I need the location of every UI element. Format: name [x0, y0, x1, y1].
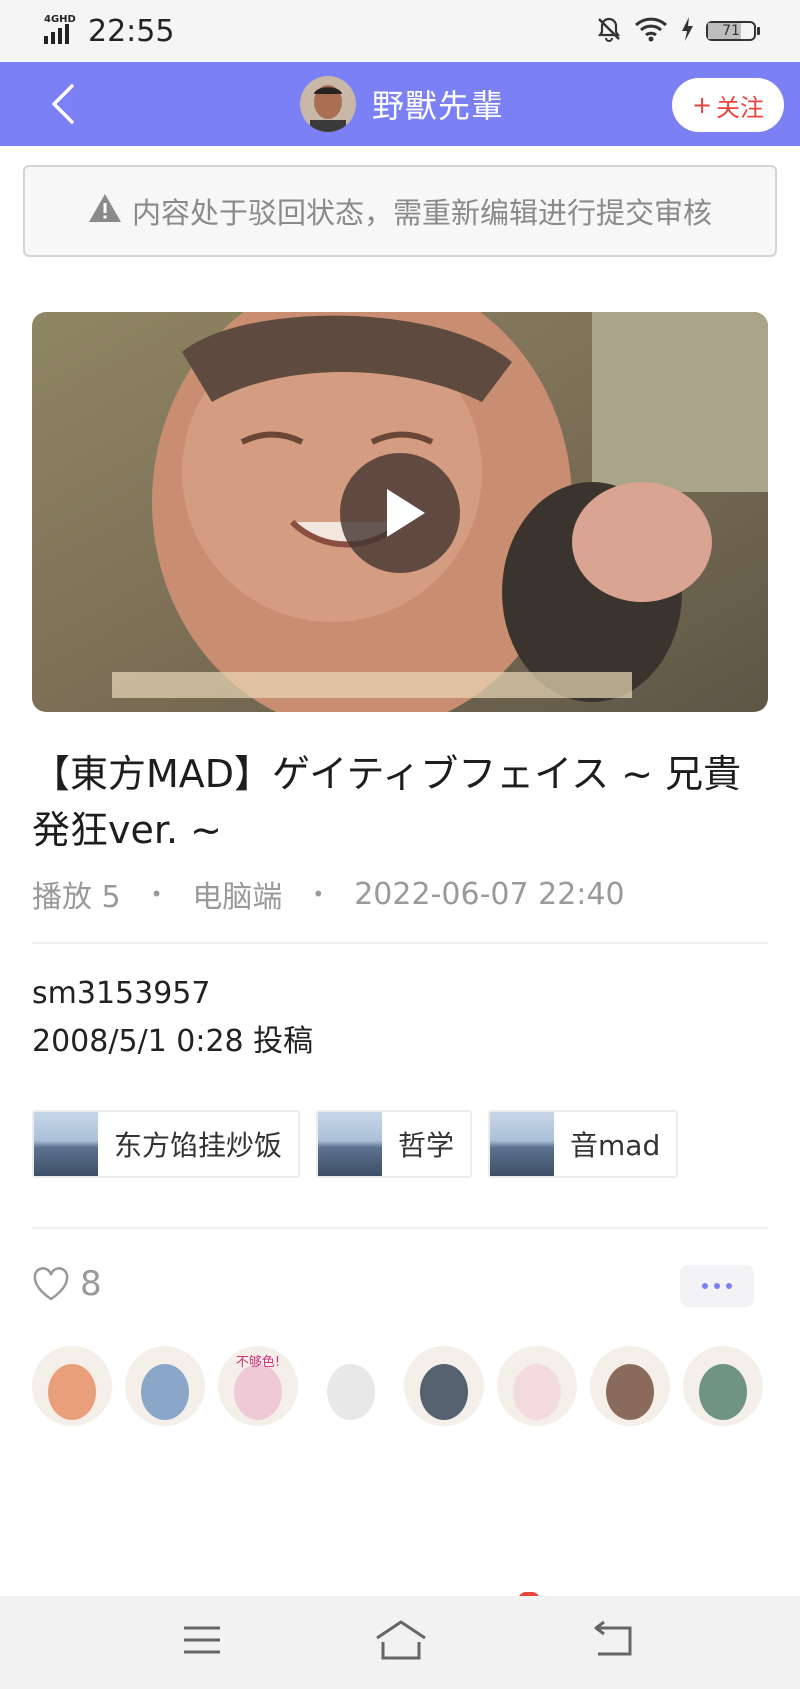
tag-label: 音mad: [570, 1129, 661, 1162]
anime-girl-orange-avatar[interactable]: [32, 1346, 112, 1426]
mute-bell-icon: [596, 16, 622, 46]
avatar-caption: 不够色!: [236, 1354, 280, 1370]
video-title: 【東方MAD】ゲイティブフェイス ~ 兄貴発狂ver. ~: [32, 752, 742, 852]
author-info[interactable]: 野獸先輩: [300, 76, 504, 132]
play-count: 播放 5: [32, 880, 121, 915]
video-description: sm3153957 2008/5/1 0:28 投稿: [32, 970, 313, 1066]
plus-icon: +: [691, 91, 713, 119]
tag-thumbnail: [34, 1112, 98, 1176]
battery-level: 71: [722, 23, 740, 39]
warning-icon: [88, 193, 122, 230]
description-line: sm3153957: [32, 976, 211, 1011]
anime-girl-pink-avatar[interactable]: 不够色!: [218, 1346, 298, 1426]
status-bar: 4GHD 22:55 71: [0, 0, 800, 62]
meta-separator: •: [312, 882, 325, 906]
status-time: 22:55: [88, 14, 175, 49]
green-doodle-avatar[interactable]: [683, 1346, 763, 1426]
tag-chip[interactable]: 音mad: [488, 1110, 679, 1178]
heart-icon: [33, 1267, 69, 1301]
upload-platform: 电脑端: [192, 880, 283, 915]
more-options-button[interactable]: [680, 1265, 754, 1307]
tag-label: 东方馅挂炒饭: [114, 1129, 283, 1162]
wifi-icon: [634, 16, 668, 46]
liker-avatars: 不够色!: [32, 1346, 763, 1426]
like-count: 8: [80, 1264, 102, 1304]
dot: [714, 1283, 720, 1289]
back-arrow-icon: [594, 1620, 632, 1656]
tag-chip[interactable]: 东方馅挂炒饭: [32, 1110, 301, 1178]
tag-thumbnail: [318, 1112, 383, 1176]
system-nav-bar: [0, 1596, 800, 1689]
home-button[interactable]: [374, 1618, 428, 1662]
home-icon: [376, 1620, 426, 1660]
back-nav-button[interactable]: [590, 1618, 638, 1662]
author-name: 野獸先輩: [372, 87, 505, 125]
back-button[interactable]: [46, 80, 86, 128]
meta-separator: •: [150, 882, 163, 906]
divider: [32, 1227, 768, 1229]
battery-icon: 71: [706, 21, 760, 41]
description-line: 2008/5/1 0:28 投稿: [32, 1024, 314, 1059]
top-header: 野獸先輩 + 关注: [0, 62, 800, 146]
menu-icon: [184, 1626, 220, 1654]
sketch-avatar[interactable]: [311, 1346, 391, 1426]
like-button[interactable]: 8: [32, 1264, 102, 1304]
charging-icon: [680, 16, 694, 46]
doodle-avatar[interactable]: [497, 1346, 577, 1426]
menu-button[interactable]: [178, 1618, 226, 1662]
tag-chip[interactable]: 哲学: [316, 1110, 473, 1178]
upload-datetime: 2022-06-07 22:40: [354, 876, 625, 912]
tag-list: 东方馅挂炒饭 哲学 音mad: [32, 1110, 679, 1178]
follow-label: 关注: [716, 93, 765, 122]
video-player[interactable]: [32, 312, 768, 712]
dot: [726, 1283, 732, 1289]
tag-thumbnail: [490, 1112, 555, 1176]
man-portrait-avatar[interactable]: [590, 1346, 670, 1426]
rejection-notice: 内容处于驳回状态，需重新编辑进行提交审核: [23, 165, 777, 257]
signal-icon: 4GHD: [44, 14, 80, 44]
play-icon: [387, 489, 425, 537]
follow-button[interactable]: + 关注: [672, 78, 784, 132]
dot: [702, 1283, 708, 1289]
anime-headphones-avatar[interactable]: [125, 1346, 205, 1426]
anime-officer-avatar[interactable]: [404, 1346, 484, 1426]
notice-text: 内容处于驳回状态，需重新编辑进行提交审核: [131, 196, 712, 230]
chevron-left-icon: [52, 84, 74, 124]
author-avatar[interactable]: [300, 76, 356, 132]
tag-label: 哲学: [398, 1129, 455, 1162]
video-meta: 播放 5 • 电脑端 • 2022-06-07 22:40: [32, 872, 625, 916]
divider: [32, 942, 768, 944]
play-button[interactable]: [340, 453, 460, 573]
